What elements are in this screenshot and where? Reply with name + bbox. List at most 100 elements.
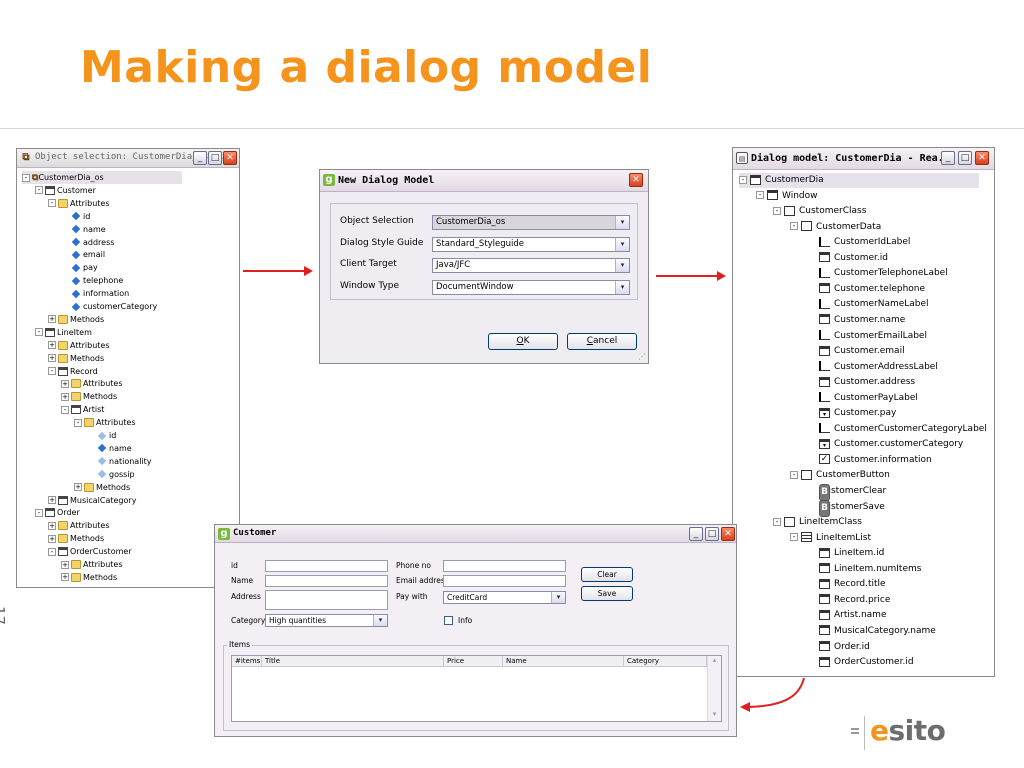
tree-item[interactable]: + Attributes: [48, 519, 110, 532]
dialog-field-select[interactable]: CustomerDia_os ▾: [432, 215, 630, 230]
expand-icon[interactable]: +: [61, 560, 69, 569]
column-header[interactable]: Category: [624, 656, 707, 667]
dialog-model-item[interactable]: - LineItemClass: [773, 515, 862, 530]
tree-item[interactable]: - LineItem: [35, 326, 92, 339]
dialog-model-item[interactable]: ▾ Customer.customerCategory: [807, 437, 963, 452]
name-field[interactable]: [265, 575, 388, 587]
maximize-icon[interactable]: □: [208, 151, 222, 165]
tree-item[interactable]: address: [61, 236, 114, 249]
dialog-model-item[interactable]: MusicalCategory.name: [807, 624, 936, 639]
column-header[interactable]: Title: [262, 656, 444, 667]
dialog-model-item[interactable]: - Window: [756, 189, 818, 204]
email-field[interactable]: [443, 575, 566, 587]
collapse-icon[interactable]: -: [790, 470, 798, 479]
collapse-icon[interactable]: -: [48, 199, 56, 208]
tree-item[interactable]: + Attributes: [48, 339, 110, 352]
collapse-icon[interactable]: -: [790, 222, 798, 231]
dialog-model-item[interactable]: Artist.name: [807, 608, 887, 623]
tree-item[interactable]: + Methods: [48, 313, 104, 326]
tree-item[interactable]: + Attributes: [61, 558, 123, 571]
object-selection-titlebar[interactable]: ⧉ Object selection: CustomerDia_os... _ …: [17, 149, 239, 168]
expand-icon[interactable]: +: [48, 534, 56, 543]
scroll-down-icon[interactable]: ▾: [708, 710, 721, 721]
collapse-icon[interactable]: -: [22, 173, 30, 182]
resize-grip-icon[interactable]: ⋰: [638, 352, 646, 361]
minimize-icon[interactable]: _: [689, 527, 703, 541]
tree-item[interactable]: nationality: [87, 455, 152, 468]
maximize-icon[interactable]: □: [958, 151, 972, 165]
tree-item[interactable]: gossip: [87, 468, 135, 481]
items-table[interactable]: #items Title Price Name Category ▴ ▾: [231, 655, 722, 722]
dialog-model-item[interactable]: Customer.id: [807, 251, 888, 266]
collapse-icon[interactable]: -: [48, 547, 56, 556]
tree-item[interactable]: + MusicalCategory: [48, 494, 136, 507]
dialog-field-select[interactable]: DocumentWindow ▾: [432, 279, 630, 295]
collapse-icon[interactable]: -: [74, 418, 82, 427]
id-field[interactable]: [265, 560, 388, 572]
category-select[interactable]: High quantities ▾: [265, 614, 388, 627]
tree-item[interactable]: - Attributes: [74, 416, 136, 429]
chevron-down-icon[interactable]: ▾: [615, 237, 629, 251]
expand-icon[interactable]: +: [48, 341, 56, 350]
dialog-field-select[interactable]: Java/JFC ▾: [432, 258, 630, 273]
dialog-model-item[interactable]: Customer.email: [807, 344, 905, 359]
scroll-up-icon[interactable]: ▴: [708, 656, 721, 667]
chevron-down-icon[interactable]: ▾: [615, 280, 629, 294]
tree-item[interactable]: + Methods: [61, 571, 117, 584]
dialog-model-item[interactable]: Customer.address: [807, 375, 915, 390]
chevron-down-icon[interactable]: ▾: [551, 592, 565, 603]
collapse-icon[interactable]: -: [35, 328, 43, 337]
tree-item[interactable]: - Record: [48, 365, 98, 378]
dialog-model-item[interactable]: CustomerPayLabel: [807, 391, 918, 406]
tree-item[interactable]: + Attributes: [61, 377, 123, 390]
dialog-model-titlebar[interactable]: ▤ Dialog model: CustomerDia - Rea... _ □…: [733, 148, 994, 170]
tree-item[interactable]: - ⧉CustomerDia_os: [22, 171, 182, 184]
expand-icon[interactable]: +: [48, 354, 56, 363]
collapse-icon[interactable]: -: [35, 186, 43, 195]
customer-titlebar[interactable]: g Customer _ □ ✕: [215, 525, 736, 543]
dialog-model-item[interactable]: B CustomerClear: [807, 484, 886, 501]
collapse-icon[interactable]: -: [61, 405, 69, 414]
paywith-select[interactable]: CreditCard ▾: [443, 591, 566, 604]
tree-item[interactable]: name: [87, 442, 132, 455]
collapse-icon[interactable]: -: [756, 191, 764, 200]
expand-icon[interactable]: +: [61, 392, 69, 401]
collapse-icon[interactable]: -: [48, 367, 56, 375]
dialog-model-item[interactable]: CustomerEmailLabel: [807, 329, 927, 344]
dialog-model-item[interactable]: CustomerCustomerCategoryLabel: [807, 422, 987, 437]
dialog-model-item[interactable]: Order.id: [807, 640, 870, 655]
expand-icon[interactable]: +: [61, 379, 69, 388]
dialog-model-item[interactable]: CustomerIdLabel: [807, 235, 910, 250]
close-icon[interactable]: ✕: [721, 527, 735, 541]
collapse-icon[interactable]: -: [739, 175, 747, 184]
tree-item[interactable]: pay: [61, 261, 98, 274]
phone-field[interactable]: [443, 560, 566, 572]
dialog-model-item[interactable]: CustomerNameLabel: [807, 297, 929, 312]
tree-item[interactable]: + Methods: [61, 390, 117, 403]
dialog-model-item[interactable]: - CustomerData: [790, 220, 881, 235]
dialog-model-item[interactable]: Customer.name: [807, 313, 905, 328]
dialog-model-item[interactable]: Record.title: [807, 577, 886, 592]
dialog-model-item[interactable]: - CustomerClass: [773, 204, 866, 219]
column-header[interactable]: Price: [444, 656, 503, 667]
dialog-model-item[interactable]: - LineItemList: [790, 531, 871, 546]
tree-item[interactable]: name: [61, 223, 106, 236]
tree-item[interactable]: customerCategory: [61, 300, 157, 313]
save-button[interactable]: Save: [581, 586, 633, 601]
collapse-icon[interactable]: -: [773, 517, 781, 526]
dialog-model-item[interactable]: Customer.telephone: [807, 282, 925, 297]
close-icon[interactable]: ✕: [223, 151, 237, 165]
chevron-down-icon[interactable]: ▾: [373, 615, 387, 626]
tree-item[interactable]: - Attributes: [48, 197, 110, 210]
expand-icon[interactable]: +: [48, 315, 56, 324]
tree-item[interactable]: email: [61, 248, 105, 261]
collapse-icon[interactable]: -: [790, 533, 798, 542]
tree-item[interactable]: + Methods: [48, 532, 104, 545]
dialog-model-item[interactable]: CustomerTelephoneLabel: [807, 266, 948, 281]
minimize-icon[interactable]: _: [193, 151, 207, 165]
address-textarea[interactable]: [265, 590, 388, 610]
ok-button[interactable]: OK: [488, 333, 558, 350]
tree-item[interactable]: - OrderCustomer: [48, 545, 132, 558]
dialog-model-item[interactable]: CustomerAddressLabel: [807, 360, 938, 375]
items-scrollbar[interactable]: ▴ ▾: [707, 656, 721, 721]
